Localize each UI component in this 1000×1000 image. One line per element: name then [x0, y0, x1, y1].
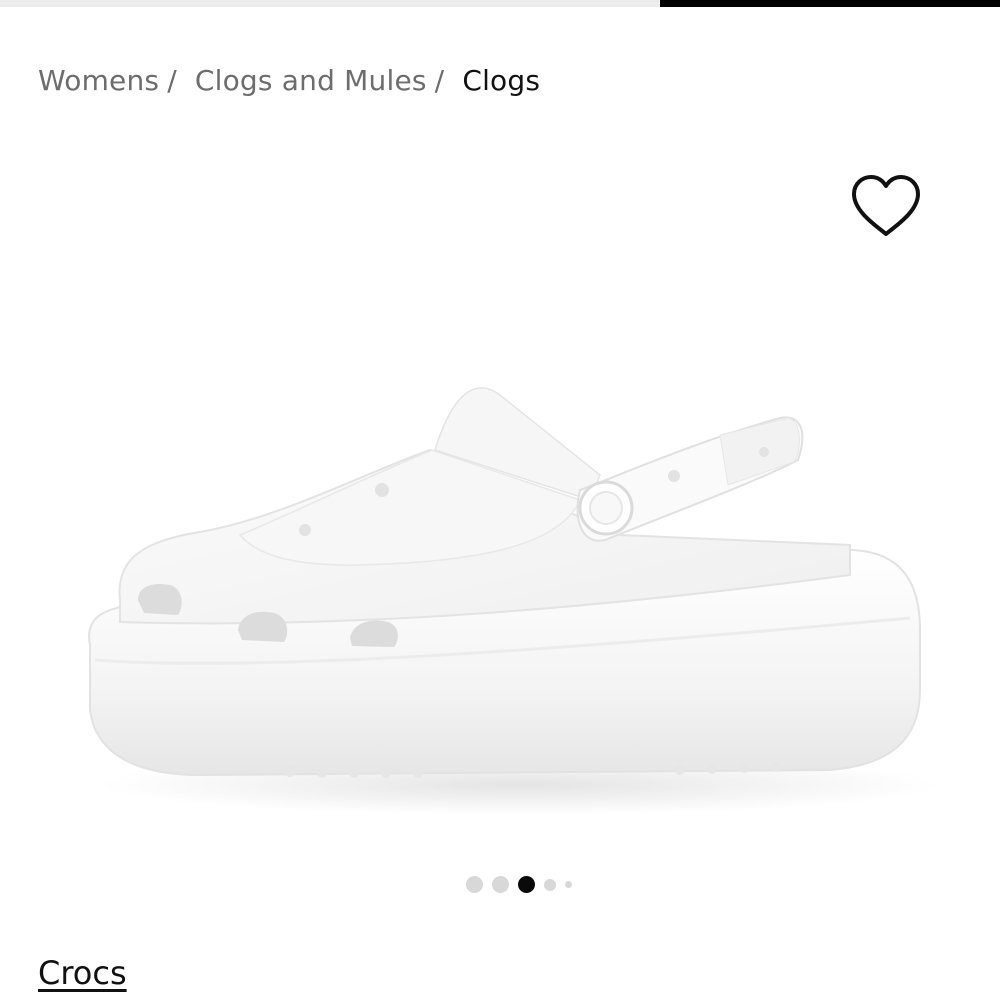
scroll-progress-track	[0, 0, 1000, 7]
breadcrumb-separator: /	[167, 64, 177, 97]
brand-link[interactable]: Crocs	[38, 954, 127, 992]
scroll-progress-fill	[660, 0, 1000, 7]
product-page: Womens / Clogs and Mules / Clogs Crocs	[0, 0, 1000, 1000]
white-platform-clog-image	[88, 387, 940, 815]
carousel-dot[interactable]	[466, 876, 483, 893]
breadcrumb: Womens / Clogs and Mules / Clogs	[38, 64, 540, 97]
wishlist-button[interactable]	[848, 172, 924, 242]
carousel-dot[interactable]	[544, 878, 556, 891]
carousel-dot[interactable]	[492, 876, 509, 893]
product-image[interactable]	[60, 300, 960, 860]
heart-outline-icon	[852, 175, 920, 236]
breadcrumb-womens[interactable]: Womens	[38, 64, 159, 97]
image-carousel-dots	[466, 876, 572, 893]
carousel-dot[interactable]	[565, 881, 572, 888]
breadcrumb-current-clogs: Clogs	[462, 64, 541, 97]
carousel-dot-active[interactable]	[518, 876, 535, 893]
breadcrumb-clogs-and-mules[interactable]: Clogs and Mules	[195, 64, 427, 97]
breadcrumb-separator: /	[434, 64, 445, 97]
